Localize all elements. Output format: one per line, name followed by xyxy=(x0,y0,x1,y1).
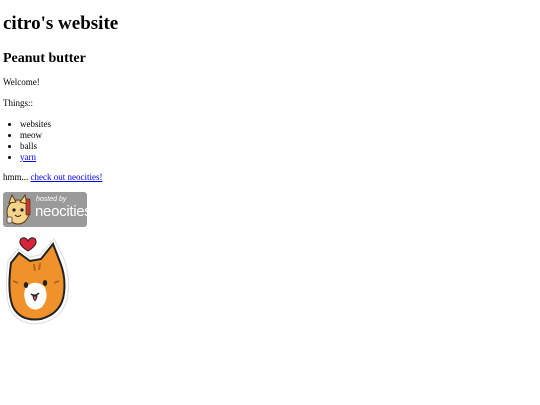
things-list: websites meow balls yarn xyxy=(3,109,540,163)
badge-hosted-by: hosted by xyxy=(36,196,67,203)
neocities-cat-icon xyxy=(6,193,31,225)
list-item-yarn: yarn xyxy=(20,152,540,163)
neocities-badge[interactable]: hosted by neocities xyxy=(3,192,87,227)
neocities-link[interactable]: check out neocities! xyxy=(31,172,103,182)
yarn-link[interactable]: yarn xyxy=(20,152,36,162)
things-label: Things:: xyxy=(3,98,34,108)
hmm-line: hmm... check out neocities! xyxy=(3,163,540,183)
welcome-text: Welcome! xyxy=(3,77,40,87)
list-item-balls: balls xyxy=(20,141,540,152)
list-item-meow: meow xyxy=(20,130,540,141)
page: citro's website Peanut butter Welcome! T… xyxy=(0,0,540,332)
orange-cat-heart-sticker-icon xyxy=(5,237,69,325)
list-item-websites: websites xyxy=(20,119,540,130)
site-title: citro's website xyxy=(3,13,119,34)
hmm-prefix: hmm... xyxy=(3,172,31,182)
badge-brand: neocities xyxy=(35,203,87,220)
page-heading: Peanut butter xyxy=(3,51,86,66)
